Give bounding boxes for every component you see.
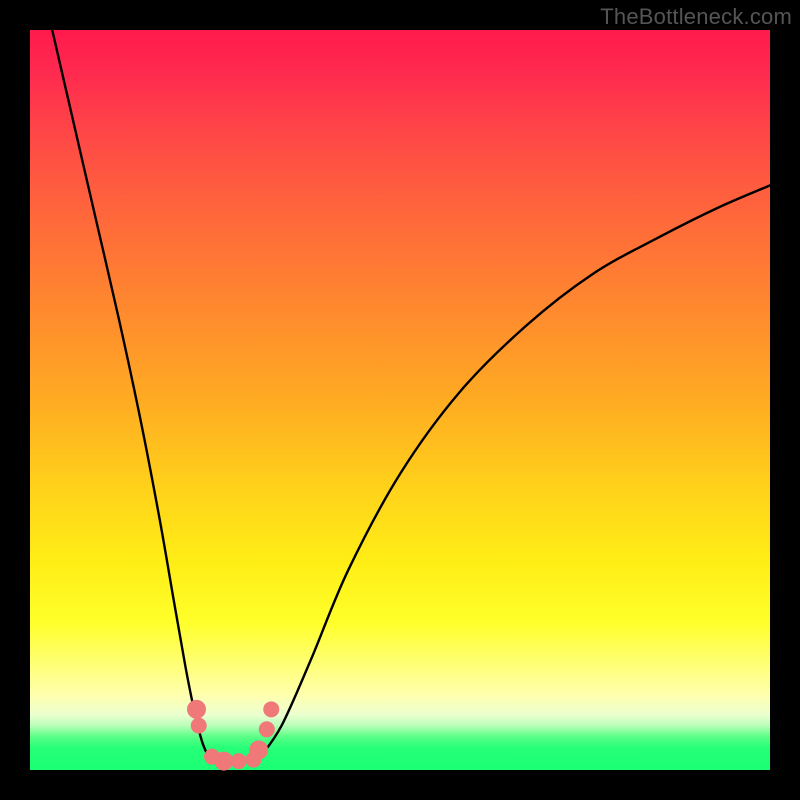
attribution-text: TheBottleneck.com: [600, 4, 792, 30]
highlight-dot: [231, 753, 247, 769]
bottleneck-curve: [52, 30, 770, 762]
plot-frame: [30, 30, 770, 770]
highlight-dot: [259, 721, 275, 737]
highlight-dot: [214, 752, 233, 771]
highlight-dot: [191, 718, 207, 734]
highlight-dot: [187, 700, 206, 719]
highlight-dot: [263, 701, 279, 717]
highlight-dot: [249, 741, 268, 760]
curve-layer: [30, 30, 770, 770]
